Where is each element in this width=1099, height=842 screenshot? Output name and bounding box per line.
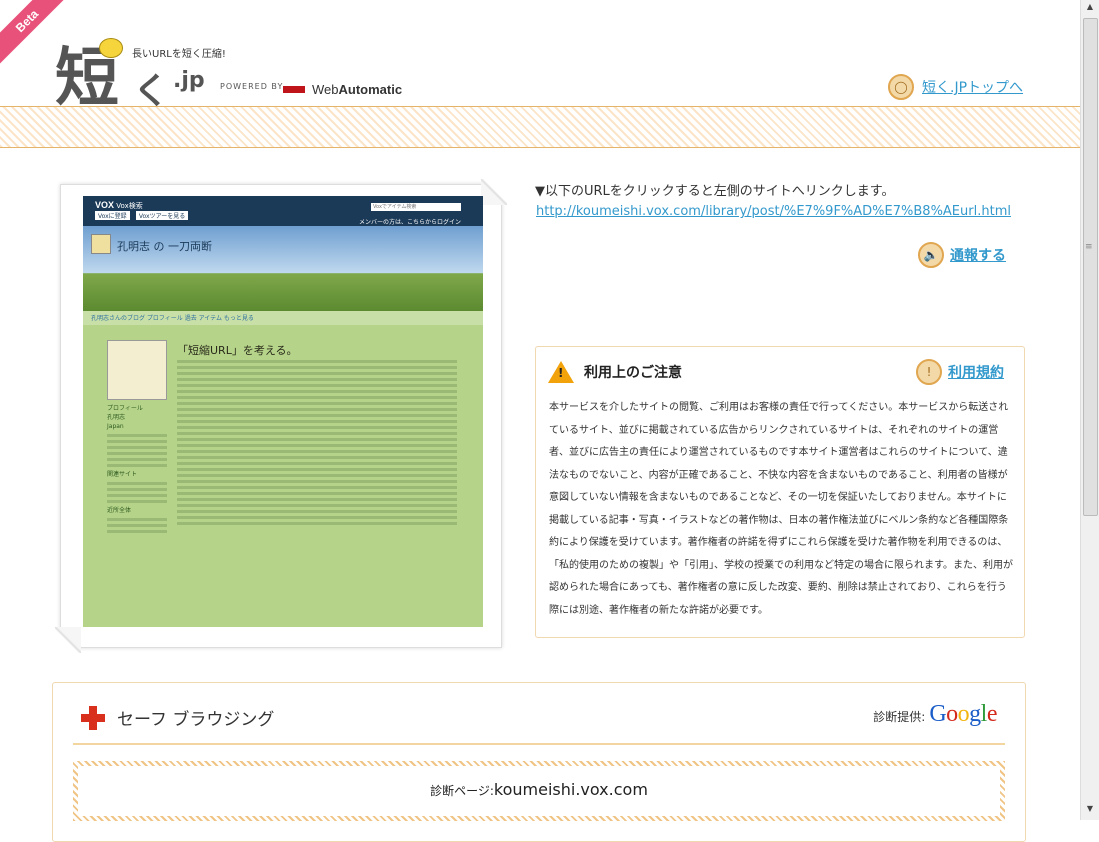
scrollbar-grip-icon: ≡ <box>1085 242 1093 252</box>
caution-body-text: 本サービスを介したサイトの閲覧、ご利用はお客様の責任で行ってください。本サービス… <box>549 402 1013 616</box>
diagnosis-page-domain: koumeishi.vox.com <box>493 780 648 799</box>
preview-vox-logo: VOX <box>95 200 115 210</box>
report-link-label[interactable]: 通報する <box>950 245 1006 265</box>
webautomatic-mark-icon <box>283 86 305 93</box>
google-logo[interactable]: Google <box>929 701 997 728</box>
warning-round-icon: ! <box>916 359 942 385</box>
warning-icon: ! <box>548 361 574 383</box>
diagnosis-provider: 診断提供: Google <box>873 701 997 728</box>
preview-search-box: Voxでアイテム検索 <box>371 203 461 211</box>
redirect-notice: ▼以下のURLをクリックすると左側のサイトへリンクします。 <box>535 184 895 199</box>
diagnosis-page-box: 診断ページ:koumeishi.vox.com <box>73 761 1005 821</box>
scroll-down-arrow-icon[interactable]: ▼ <box>1083 804 1097 818</box>
speaker-icon: 🔈 <box>918 242 944 268</box>
preview-login-text: メンバーの方は、こちらからログイン <box>358 219 461 226</box>
caution-title: 利用上のご注意 <box>584 365 682 381</box>
preview-avatar <box>107 340 167 400</box>
preview-profile-loc: Japan <box>107 423 124 430</box>
preview-recent-heading: 近所全体 <box>107 507 132 514</box>
preview-links-heading: 関連サイト <box>107 471 138 478</box>
terms-link-label[interactable]: 利用規約 <box>948 362 1004 382</box>
header-striped-band <box>0 106 1080 148</box>
diagnosis-page: 診断ページ:koumeishi.vox.com <box>78 780 1000 799</box>
preview-topbar: VOX Vox検索 Voxに登録 Voxツアーを見る メンバーの方は、こちらから… <box>83 196 483 226</box>
page-curl-top <box>481 179 507 205</box>
logo-face-icon <box>99 38 123 58</box>
caution-header: ! 利用上のご注意 <box>548 361 682 383</box>
red-cross-icon <box>81 705 105 730</box>
preview-profile-name: 孔明志 <box>107 414 126 421</box>
webautomatic-bold: Automatic <box>338 82 403 97</box>
vertical-scrollbar[interactable]: ▲ ≡ ▼ <box>1080 0 1099 820</box>
powered-by-label: POWERED BY <box>220 82 284 91</box>
preview-post: 「短縮URL」を考える。 <box>177 344 457 528</box>
preview-banner: 孔明志 の 一刀両断 <box>83 226 483 311</box>
preview-vox-sub: Vox検索 <box>116 202 143 210</box>
site-preview-screenshot[interactable]: VOX Vox検索 Voxに登録 Voxツアーを見る メンバーの方は、こちらから… <box>83 196 483 627</box>
site-preview-frame[interactable]: VOX Vox検索 Voxに登録 Voxツアーを見る メンバーの方は、こちらから… <box>55 179 507 653</box>
tagline: 長いURLを短く圧縮! <box>132 49 226 60</box>
webautomatic-logo[interactable]: WebAutomatic <box>312 82 402 97</box>
preview-profile-heading: プロフィール <box>107 405 143 412</box>
book-icon: ◯ <box>888 74 914 100</box>
terms-link[interactable]: ! 利用規約 <box>916 359 1004 385</box>
preview-nav: 孔明志さんのブログ プロフィール 過去 アイテム もっと見る <box>83 311 483 325</box>
safe-browsing-divider <box>73 743 1005 745</box>
caution-panel: ! 利用上のご注意 ! 利用規約 本サービスを介したサイトの閲覧、ご利用はお客様… <box>535 346 1025 638</box>
destination-url-link[interactable]: http://koumeishi.vox.com/library/post/%E… <box>536 204 1011 219</box>
safe-browsing-panel: セーフ ブラウジング 診断提供: Google 診断ページ:koumeishi.… <box>52 682 1026 842</box>
safe-browsing-header: セーフ ブラウジング <box>81 705 274 730</box>
diagnosis-page-label: 診断ページ: <box>430 784 494 798</box>
preview-register-button: Voxに登録 <box>95 211 130 220</box>
scrollbar-thumb[interactable] <box>1083 18 1098 516</box>
page-curl-bottom <box>55 627 81 653</box>
preview-post-title: 「短縮URL」を考える。 <box>177 344 298 357</box>
logo-jp: .jp <box>173 68 205 93</box>
diagnosis-provider-label: 診断提供: <box>873 710 926 724</box>
preview-sidebar: プロフィール 孔明志 Japan 関連サイト 近所全体 <box>107 340 167 536</box>
top-page-link-label[interactable]: 短く.JPトップへ <box>922 77 1023 97</box>
preview-blog-icon <box>91 234 111 254</box>
preview-blog-title: 孔明志 の 一刀両断 <box>117 240 212 253</box>
preview-tour-button: Voxツアーを見る <box>135 211 189 220</box>
scroll-up-arrow-icon[interactable]: ▲ <box>1083 2 1097 16</box>
logo-kanji: 短 <box>55 42 119 116</box>
top-page-link[interactable]: ◯ 短く.JPトップへ <box>888 74 1023 100</box>
safe-browsing-title: セーフ ブラウジング <box>117 710 275 730</box>
report-link[interactable]: 🔈 通報する <box>918 242 1006 268</box>
webautomatic-prefix: Web <box>312 82 339 97</box>
